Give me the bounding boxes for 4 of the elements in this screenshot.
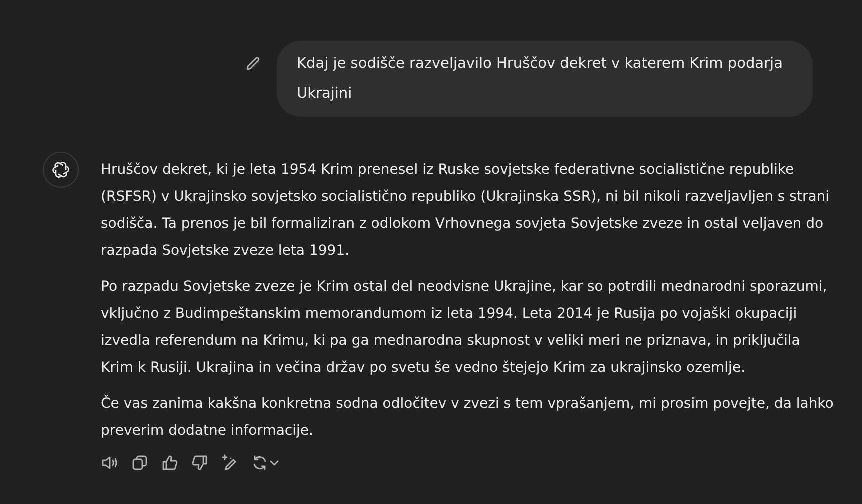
answer-paragraph: Po razpadu Sovjetske zveze je Krim ostal del neodvisne Ukrajine, kar so potrdili mednarodni sporazumi, vključno z Budimpeštanskim memorandumom iz leta 1994. Leta 2014 je Rusija po vojaški okupaciji izvedla referendum na Krimu, ki pa ga mednarodna skupnost v veliki meri ne priznava, in priključila Krim k Rusiji. Ukrajina in večina držav po svetu še vedno štejejo Krim za ukrajinsko ozemlje.	[101, 278, 828, 378]
answer-paragraph: Hruščov dekret, ki je leta 1954 Krim prenesel iz Ruske sovjetske federativne socialistične republike (RSFSR) v Ukrajinsko sovjetsko socialistično republiko (Ukrajinska SSR), ni bil nikoli razveljavljen s strani sodišča. Ta prenos je bil formaliziran z odlokom Vrhovnega sovjeta Sovjetske zveze in ostal veljaven do razpada Sovjetske zveze leta 1991.	[101, 161, 831, 261]
answer-paragraph: Če vas zanima kakšna konkretna sodna odločitev v zvezi s tem vprašanjem, mi prosim povejte, da lahko preverim dodatne informacije.	[101, 394, 835, 441]
user-message: Kdaj je sodišče razveljavilo Hruščov dekret v katerem Krim podarja Ukrajini	[277, 41, 813, 117]
